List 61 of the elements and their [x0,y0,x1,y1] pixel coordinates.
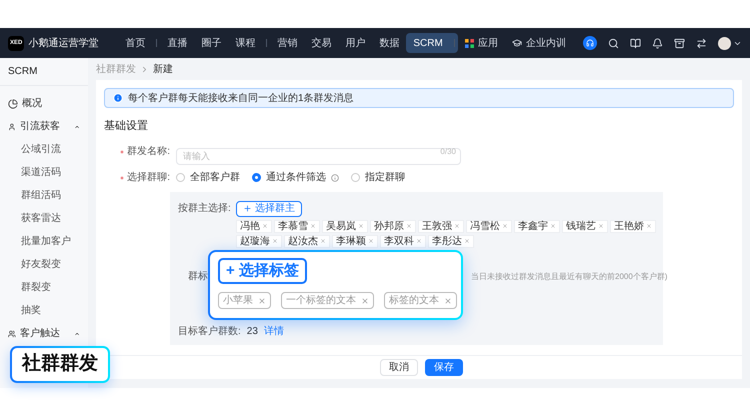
field-label: 目标客户群数: [178,324,241,338]
badge-text: 社群群发 [22,352,98,376]
alert-text: 每个客户群每天能接收来自同一企业的1条群发消息 [128,92,354,106]
label-tag: 标签的文本 [384,292,457,309]
char-counter: 0/30 [440,147,456,156]
select-tag-button[interactable]: + 选择标签 [218,258,307,284]
nav-tab[interactable]: 应用 [458,33,505,53]
nav-tab[interactable]: 直播 [160,33,194,53]
nav-tab[interactable]: 圈子 [194,33,228,53]
owner-tag: 李琳颖 [332,234,378,248]
radio-option[interactable]: 通过条件筛选 [252,170,339,185]
label-tag: 小苹果 [218,292,271,309]
field-label: 选择群聊: [127,170,170,185]
breadcrumb-current: 新建 [153,62,173,76]
sidebar-subitem[interactable]: 抽奖 [0,299,88,322]
target-count: 23 [246,324,258,338]
hint-text: 当日未接收过群发消息且最近有聊天的前2000个客户群) [471,270,668,282]
sidebar-subitem[interactable]: 公域引流 [0,138,88,161]
owner-tag: 冯雪松 [466,220,512,232]
nav-tab[interactable]: SCRM [406,33,458,53]
owner-tag: 孙邦原 [370,220,416,232]
nav-tab[interactable]: 营销 [270,33,304,53]
brand-name: 小鹅通运营学堂 [28,36,98,50]
cancel-button[interactable]: 取消 [380,359,418,376]
owner-tag: 王敦强 [418,220,464,232]
owner-tag: 李慕雪 [274,220,320,232]
owner-tag: 赵璇海 [236,234,282,248]
sidebar-title: SCRM [8,65,38,79]
field-label: 群标 [187,270,208,284]
label-tag: 一个标签的文本 [281,292,374,309]
nav-tab[interactable]: 交易 [304,33,338,53]
sidebar-item[interactable]: 引流获客 [0,115,88,138]
select-owner-button[interactable]: 选择群主 [236,200,302,216]
owner-tag: 钱瑞艺 [562,220,608,232]
sidebar-subitem[interactable]: 获客雷达 [0,207,88,230]
radio-option[interactable]: 全部客户群 [176,170,240,185]
owner-tag: 李双科 [380,234,426,248]
owner-tag: 王艳娇 [610,220,656,232]
sidebar-subitem[interactable]: 群裂变 [0,276,88,299]
sidebar-item[interactable]: 概况 [0,92,88,115]
save-button[interactable]: 保存 [425,359,463,376]
nav-tab[interactable]: 企业内训 [504,33,573,53]
field-label: 群发名称: [127,145,170,159]
sidebar-subitem[interactable]: 群组活码 [0,184,88,207]
section-title: 基础设置 [104,119,149,134]
field-label: 按群主选择: [178,202,230,216]
nav-tab[interactable]: 课程 [228,33,270,53]
nav-tab[interactable]: 数据 [372,33,406,53]
nav-tab[interactable]: 用户 [338,33,372,53]
sidebar-item[interactable]: 客户触达 [0,322,88,345]
owner-tag: 李鑫宇 [514,220,560,232]
owner-tag: 冯艳 [236,220,272,232]
sidebar-subitem[interactable]: 渠道活码 [0,161,88,184]
radio-option[interactable]: 指定群聊 [351,170,405,185]
sidebar-subitem[interactable]: 好友裂变 [0,253,88,276]
owner-tag: 李彤达 [428,234,474,248]
sidebar-subitem[interactable]: 批量加客户 [0,230,88,253]
owner-tag: 赵汝杰 [284,234,330,248]
details-link[interactable]: 详情 [264,324,284,338]
nav-tab[interactable]: 首页 [118,33,160,53]
owner-tag: 吴易岚 [322,220,368,232]
